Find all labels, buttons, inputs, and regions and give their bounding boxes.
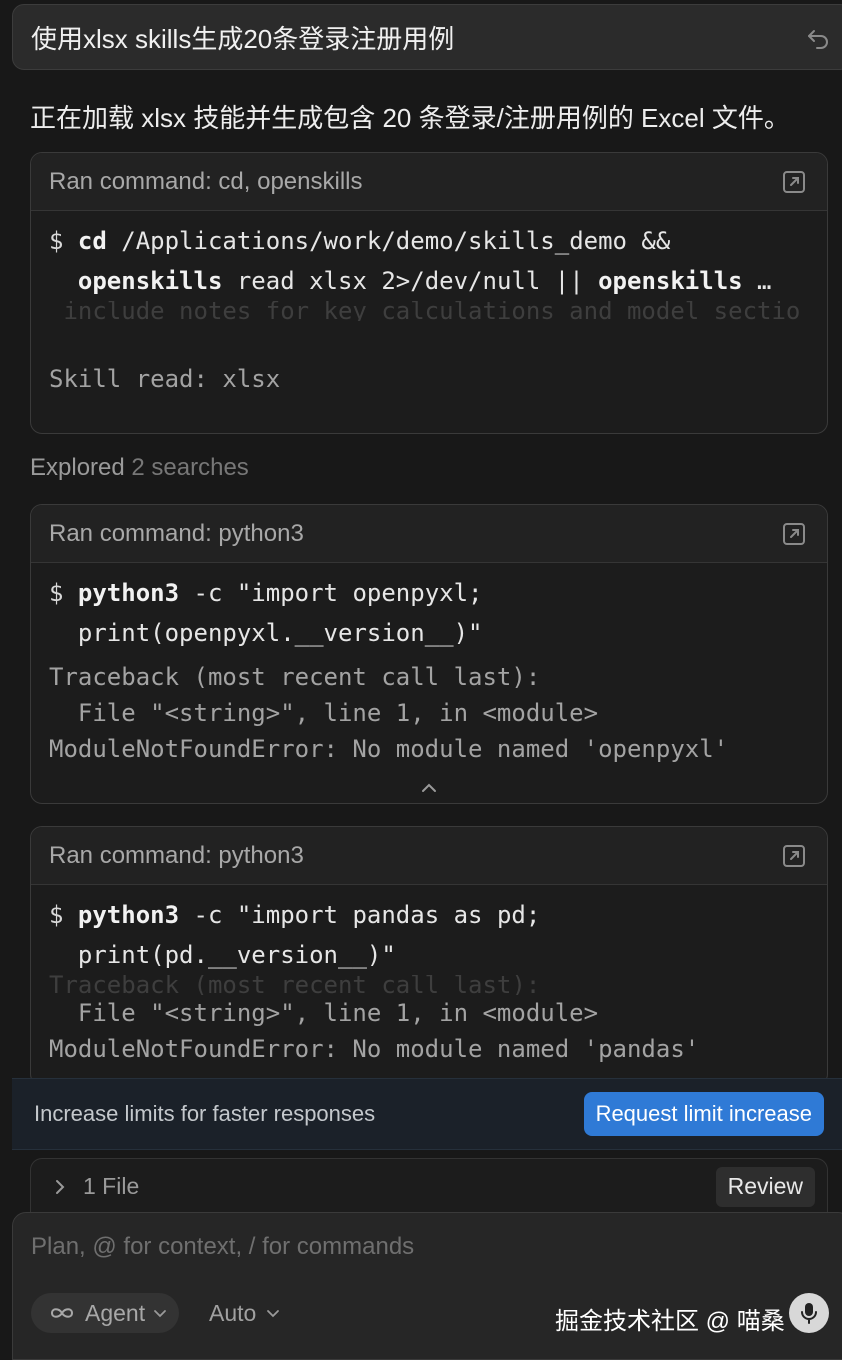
chevron-right-icon[interactable]	[53, 1179, 67, 1195]
card-body: $ python3 -c "import openpyxl; print(ope…	[31, 563, 827, 792]
model-selector[interactable]: Auto	[209, 1293, 280, 1333]
command-args: -c "import pandas as pd;	[179, 901, 541, 929]
limit-banner-text: Increase limits for faster responses	[34, 1101, 376, 1126]
explored-count: 2 searches	[131, 454, 249, 481]
model-label: Auto	[209, 1299, 257, 1326]
command-keyword: python3	[77, 901, 180, 929]
card-header: Ran command: cd, openskills	[31, 153, 827, 211]
command-args: /Applications/work/demo/skills_demo &&	[106, 227, 671, 255]
card-title: Ran command: python3	[49, 519, 304, 547]
prompt-symbol: $	[49, 579, 64, 607]
command-keyword: python3	[77, 579, 180, 607]
composer: Plan, @ for context, / for commands Agen…	[12, 1212, 842, 1360]
explored-summary[interactable]: Explored 2 searches	[30, 454, 249, 482]
faded-output-line: Traceback (most recent call last):	[49, 975, 541, 995]
card-title: Ran command: python3	[49, 841, 304, 869]
command-args: read xlsx 2>/dev/null ||	[222, 267, 599, 295]
card-body: $ cd /Applications/work/demo/skills_demo…	[31, 211, 827, 397]
open-external-icon[interactable]	[781, 521, 807, 547]
card-header: Ran command: python3	[31, 505, 827, 563]
command-keyword: openskills	[598, 267, 743, 295]
review-button[interactable]: Review	[715, 1166, 815, 1207]
command-line-2: print(openpyxl.__version__)"	[49, 613, 809, 653]
output-line: File "<string>", line 1, in <module>	[49, 699, 599, 727]
command-line-1: $ cd /Applications/work/demo/skills_demo…	[49, 221, 809, 261]
prompt-symbol: $	[49, 901, 64, 929]
card-header: Ran command: python3	[31, 827, 827, 885]
mic-icon	[801, 1303, 817, 1324]
chevron-down-icon	[267, 1310, 280, 1318]
output-line: File "<string>", line 1, in <module>	[49, 999, 599, 1027]
changed-files-row[interactable]: 1 File Review	[30, 1158, 828, 1214]
chevron-down-icon	[154, 1310, 167, 1318]
output-line: ModuleNotFoundError: No module named 'op…	[49, 735, 729, 763]
command-card-python-pandas: Ran command: python3 $ python3 -c "impor…	[30, 826, 828, 1086]
command-card-openskills: Ran command: cd, openskills $ cd /Applic…	[30, 152, 828, 434]
request-limit-increase-button[interactable]: Request limit increase	[583, 1092, 824, 1136]
files-count-label: 1 File	[83, 1173, 140, 1199]
mode-label: Agent	[85, 1299, 146, 1326]
output-line: Skill read: xlsx	[49, 365, 281, 393]
command-keyword: cd	[77, 227, 107, 255]
explored-label: Explored	[30, 454, 125, 481]
command-args: print(openpyxl.__version__)"	[77, 619, 483, 647]
open-external-icon[interactable]	[781, 169, 807, 195]
command-args: -c "import openpyxl;	[179, 579, 483, 607]
user-query-bar[interactable]: 使用xlsx skills生成20条登录注册用例	[12, 4, 842, 70]
prompt-symbol: $	[49, 227, 64, 255]
assistant-status-message: 正在加载 xlsx 技能并生成包含 20 条登录/注册用例的 Excel 文件。	[30, 103, 790, 133]
chat-input[interactable]: Plan, @ for context, / for commands	[31, 1233, 414, 1261]
command-keyword: openskills	[77, 267, 223, 295]
card-body: $ python3 -c "import pandas as pd; print…	[31, 885, 827, 1067]
undo-icon[interactable]	[805, 25, 831, 51]
command-line-2: openskills read xlsx 2>/dev/null || open…	[49, 261, 809, 301]
open-external-icon[interactable]	[781, 843, 807, 869]
mode-selector[interactable]: Agent	[31, 1293, 180, 1333]
command-card-python-openpyxl: Ran command: python3 $ python3 -c "impor…	[30, 504, 828, 804]
command-args: …	[742, 267, 772, 295]
chat-panel: 使用xlsx skills生成20条登录注册用例 正在加载 xlsx 技能并生成…	[0, 0, 842, 1360]
output-line: ModuleNotFoundError: No module named 'pa…	[49, 1035, 700, 1063]
limit-banner: Increase limits for faster responses Req…	[12, 1078, 842, 1150]
command-line-2: print(pd.__version__)"	[49, 935, 809, 975]
infinity-icon	[50, 1308, 74, 1318]
command-args: print(pd.__version__)"	[77, 941, 396, 969]
output-line: Traceback (most recent call last):	[49, 663, 541, 691]
command-line-1: $ python3 -c "import pandas as pd;	[49, 895, 809, 935]
faded-output-line: include notes for key calculations and m…	[49, 301, 801, 321]
mic-button[interactable]	[789, 1293, 829, 1333]
user-query-text: 使用xlsx skills生成20条登录注册用例	[31, 23, 455, 54]
card-title: Ran command: cd, openskills	[49, 167, 363, 195]
watermark: 掘金技术社区 @ 喵桑	[555, 1308, 785, 1335]
command-line-1: $ python3 -c "import openpyxl;	[49, 573, 809, 613]
chevron-up-icon[interactable]	[419, 781, 439, 795]
